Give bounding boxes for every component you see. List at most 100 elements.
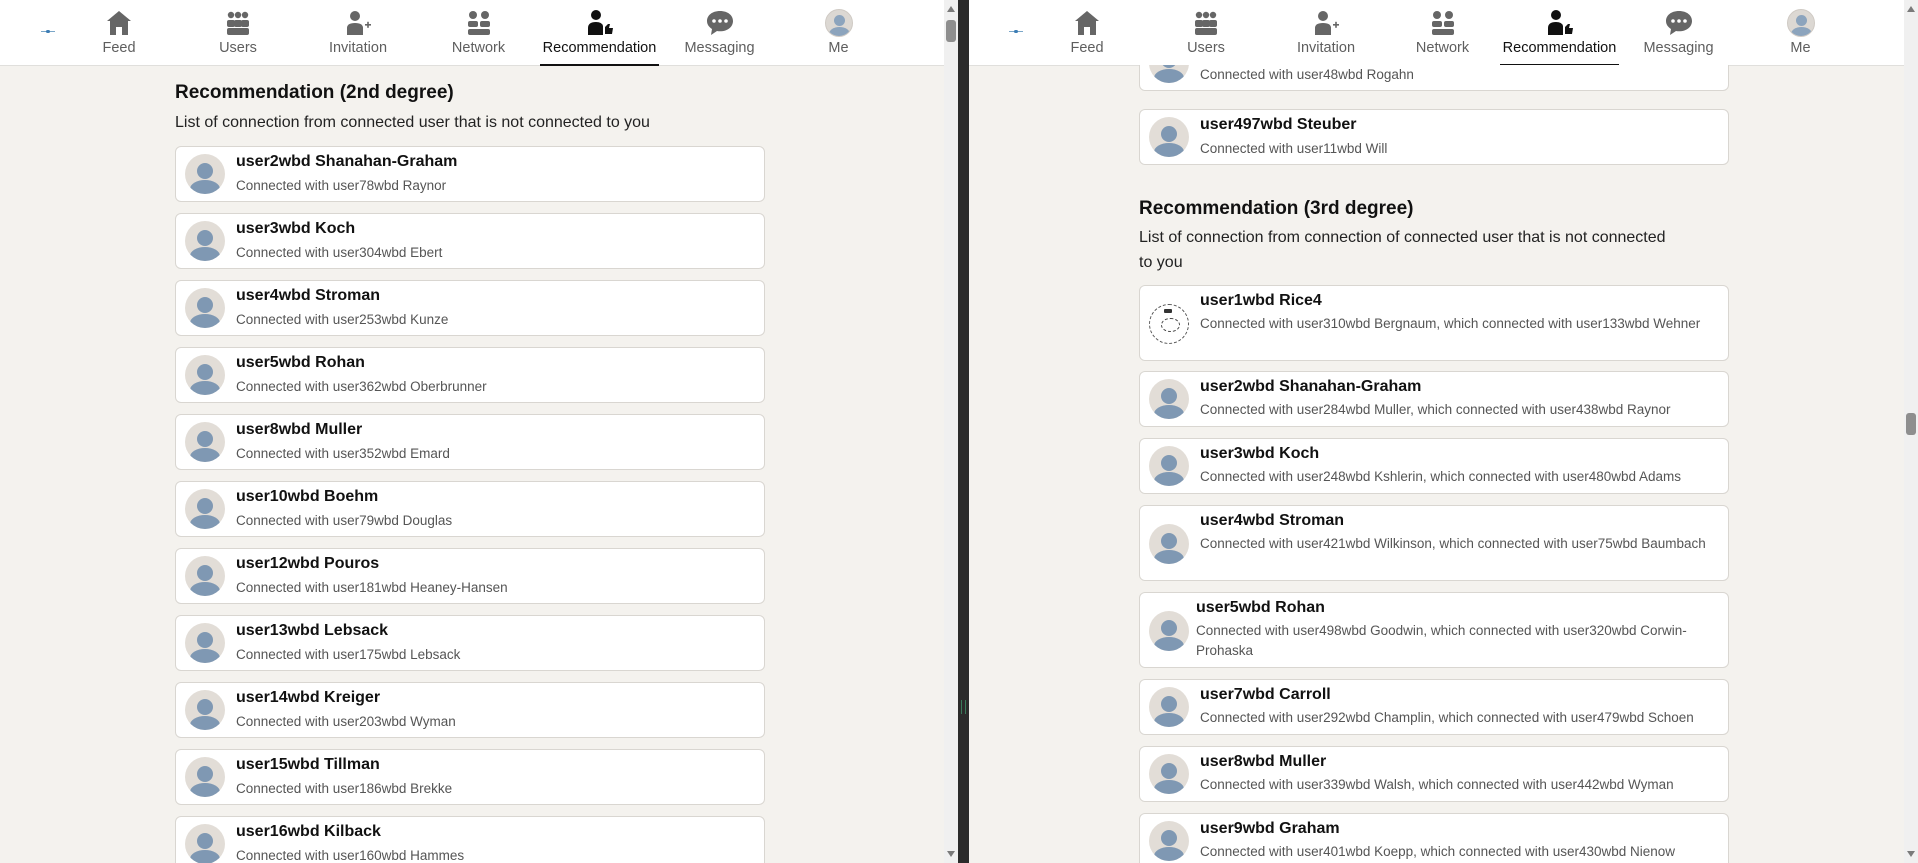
user-name[interactable]: user3wbd Koch	[1200, 445, 1319, 463]
recommendation-card[interactable]: user2wbd Shanahan-Graham Connected with u…	[175, 146, 765, 202]
left-browser-pane: Feed Users Invitation Network Recommenda…	[0, 0, 958, 863]
user-name[interactable]: user16wbd Kilback	[236, 823, 381, 841]
user-name[interactable]: user7wbd Carroll	[1200, 686, 1331, 704]
nav-label-users: Users	[219, 40, 257, 56]
left-scrollbar[interactable]	[944, 0, 958, 863]
recommendation-card[interactable]: user8wbd Muller Connected with user339wbd…	[1139, 746, 1729, 802]
connection-path: Connected with user48wbd Rogahn	[1200, 67, 1414, 82]
recommendation-card[interactable]: user497wbd Steuber Connected with user11w…	[1139, 109, 1729, 165]
left-content-area: Recommendation (2nd degree) List of conn…	[0, 66, 944, 863]
connection-path: Connected with user78wbd Raynor	[236, 178, 447, 193]
recommendation-card[interactable]: user3wbd Koch Connected with user304wbd E…	[175, 213, 765, 269]
avatar	[1149, 687, 1189, 727]
logo-icon[interactable]	[1009, 30, 1023, 34]
recommendation-card[interactable]: user1wbd Rice4 Connected with user310wbd …	[1139, 285, 1729, 361]
connection-path: Connected with user284wbd Muller, which …	[1200, 402, 1671, 417]
recommendation-card[interactable]: user3wbd Koch Connected with user248wbd K…	[1139, 438, 1729, 494]
recommendation-card[interactable]: user8wbd Muller Connected with user352wbd…	[175, 414, 765, 470]
section-description-line: List of connection from connection of co…	[1139, 229, 1666, 246]
user-name[interactable]: user15wbd Tillman	[236, 756, 380, 774]
avatar-icon	[824, 9, 853, 37]
home-icon	[107, 11, 131, 35]
recommendation-card[interactable]: user2wbd Shanahan-Graham Connected with u…	[1139, 371, 1729, 427]
user-name[interactable]: user3wbd Koch	[236, 220, 355, 238]
logo-icon[interactable]	[41, 30, 55, 34]
pane-divider[interactable]	[958, 0, 969, 863]
scroll-up-arrow-icon[interactable]	[947, 6, 955, 12]
avatar	[1149, 304, 1189, 344]
user-name[interactable]: user5wbd Rohan	[1196, 599, 1325, 617]
avatar	[185, 690, 225, 730]
avatar	[1149, 117, 1189, 157]
recommendation-card[interactable]: user10wbd Boehm Connected with user79wbd …	[175, 481, 765, 537]
recommendation-card[interactable]: user4wbd Stroman Connected with user253wb…	[175, 280, 765, 336]
recommendation-card[interactable]: user9wbd Graham Connected with user401wbd…	[1139, 813, 1729, 863]
network-icon	[467, 11, 490, 35]
user-name[interactable]: user8wbd Muller	[236, 421, 362, 439]
recommendation-card[interactable]: user5wbd Rohan Connected with user362wbd …	[175, 347, 765, 403]
nav-users[interactable]: Users	[1184, 0, 1228, 66]
scroll-up-arrow-icon[interactable]	[1907, 6, 1915, 12]
nav-recommendation[interactable]: Recommendation	[1500, 0, 1619, 66]
user-name[interactable]: user2wbd Shanahan-Graham	[236, 153, 457, 171]
recommendation-card[interactable]: user14wbd Kreiger Connected with user203w…	[175, 682, 765, 738]
connection-path: Connected with user310wbd Bergnaum, whic…	[1200, 316, 1701, 331]
scrollbar-thumb[interactable]	[1906, 413, 1916, 435]
users-icon	[1195, 11, 1217, 35]
nav-label-invitation: Invitation	[1296, 40, 1356, 56]
nav-network[interactable]: Network	[449, 0, 508, 66]
scroll-down-arrow-icon[interactable]	[947, 851, 955, 857]
user-name[interactable]: user13wbd Lebsack	[236, 622, 388, 640]
user-name[interactable]: user5wbd Rohan	[236, 354, 365, 372]
nav-messaging[interactable]: Messaging	[684, 0, 755, 66]
user-name[interactable]: user2wbd Shanahan-Graham	[1200, 378, 1421, 396]
recommendation-card[interactable]: Connected with user48wbd Rogahn	[1139, 65, 1729, 91]
recommendation-card[interactable]: user12wbd Pouros Connected with user181wb…	[175, 548, 765, 604]
nav-me[interactable]: Me	[1785, 0, 1816, 66]
user-name[interactable]: user10wbd Boehm	[236, 488, 378, 506]
recommendation-card[interactable]: user4wbd Stroman Connected with user421wb…	[1139, 505, 1729, 581]
user-name[interactable]: user9wbd Graham	[1200, 820, 1340, 838]
recommendation-card[interactable]: user7wbd Carroll Connected with user292wb…	[1139, 679, 1729, 735]
recommendation-card[interactable]: user5wbd Rohan Connected with user498wbd …	[1139, 592, 1729, 668]
nav-label-feed: Feed	[1070, 40, 1104, 56]
users-icon	[227, 11, 249, 35]
network-icon	[1431, 11, 1454, 35]
right-scrollbar[interactable]	[1904, 0, 1918, 863]
connection-path: Connected with user352wbd Emard	[236, 446, 450, 461]
avatar	[185, 422, 225, 462]
scroll-down-arrow-icon[interactable]	[1907, 851, 1915, 857]
user-name[interactable]: user497wbd Steuber	[1200, 116, 1357, 134]
divider-grip-icon[interactable]	[961, 700, 966, 714]
connection-path: Connected with user401wbd Koepp, which c…	[1200, 844, 1676, 859]
nav-feed[interactable]: Feed	[1065, 0, 1109, 66]
avatar	[1149, 446, 1189, 486]
user-name[interactable]: user1wbd Rice4	[1200, 292, 1322, 310]
nav-feed[interactable]: Feed	[97, 0, 141, 66]
avatar-icon	[1786, 9, 1815, 37]
nav-label-me: Me	[1790, 40, 1811, 56]
user-name[interactable]: user4wbd Stroman	[236, 287, 380, 305]
connection-path: Connected with user175wbd Lebsack	[236, 647, 461, 662]
user-name[interactable]: user14wbd Kreiger	[236, 689, 380, 707]
nav-invitation[interactable]: Invitation	[327, 0, 390, 66]
nav-messaging[interactable]: Messaging	[1643, 0, 1714, 66]
nav-users[interactable]: Users	[216, 0, 260, 66]
section-title-3rd-degree: Recommendation (3rd degree)	[1139, 198, 1414, 219]
nav-me[interactable]: Me	[823, 0, 854, 66]
nav-label-invitation: Invitation	[328, 40, 388, 56]
nav-recommendation[interactable]: Recommendation	[540, 0, 659, 66]
nav-invitation[interactable]: Invitation	[1295, 0, 1358, 66]
user-name[interactable]: user4wbd Stroman	[1200, 512, 1344, 530]
scrollbar-thumb[interactable]	[946, 20, 956, 42]
user-name[interactable]: user8wbd Muller	[1200, 753, 1326, 771]
recommendation-card[interactable]: user16wbd Kilback Connected with user160w…	[175, 816, 765, 863]
person-add-icon	[1315, 11, 1339, 35]
nav-label-messaging: Messaging	[1643, 40, 1714, 56]
avatar	[185, 824, 225, 863]
user-name[interactable]: user12wbd Pouros	[236, 555, 379, 573]
recommendation-card[interactable]: user15wbd Tillman Connected with user186w…	[175, 749, 765, 805]
recommendation-card[interactable]: user13wbd Lebsack Connected with user175w…	[175, 615, 765, 671]
nav-network[interactable]: Network	[1413, 0, 1472, 66]
recommend-icon	[587, 10, 613, 35]
